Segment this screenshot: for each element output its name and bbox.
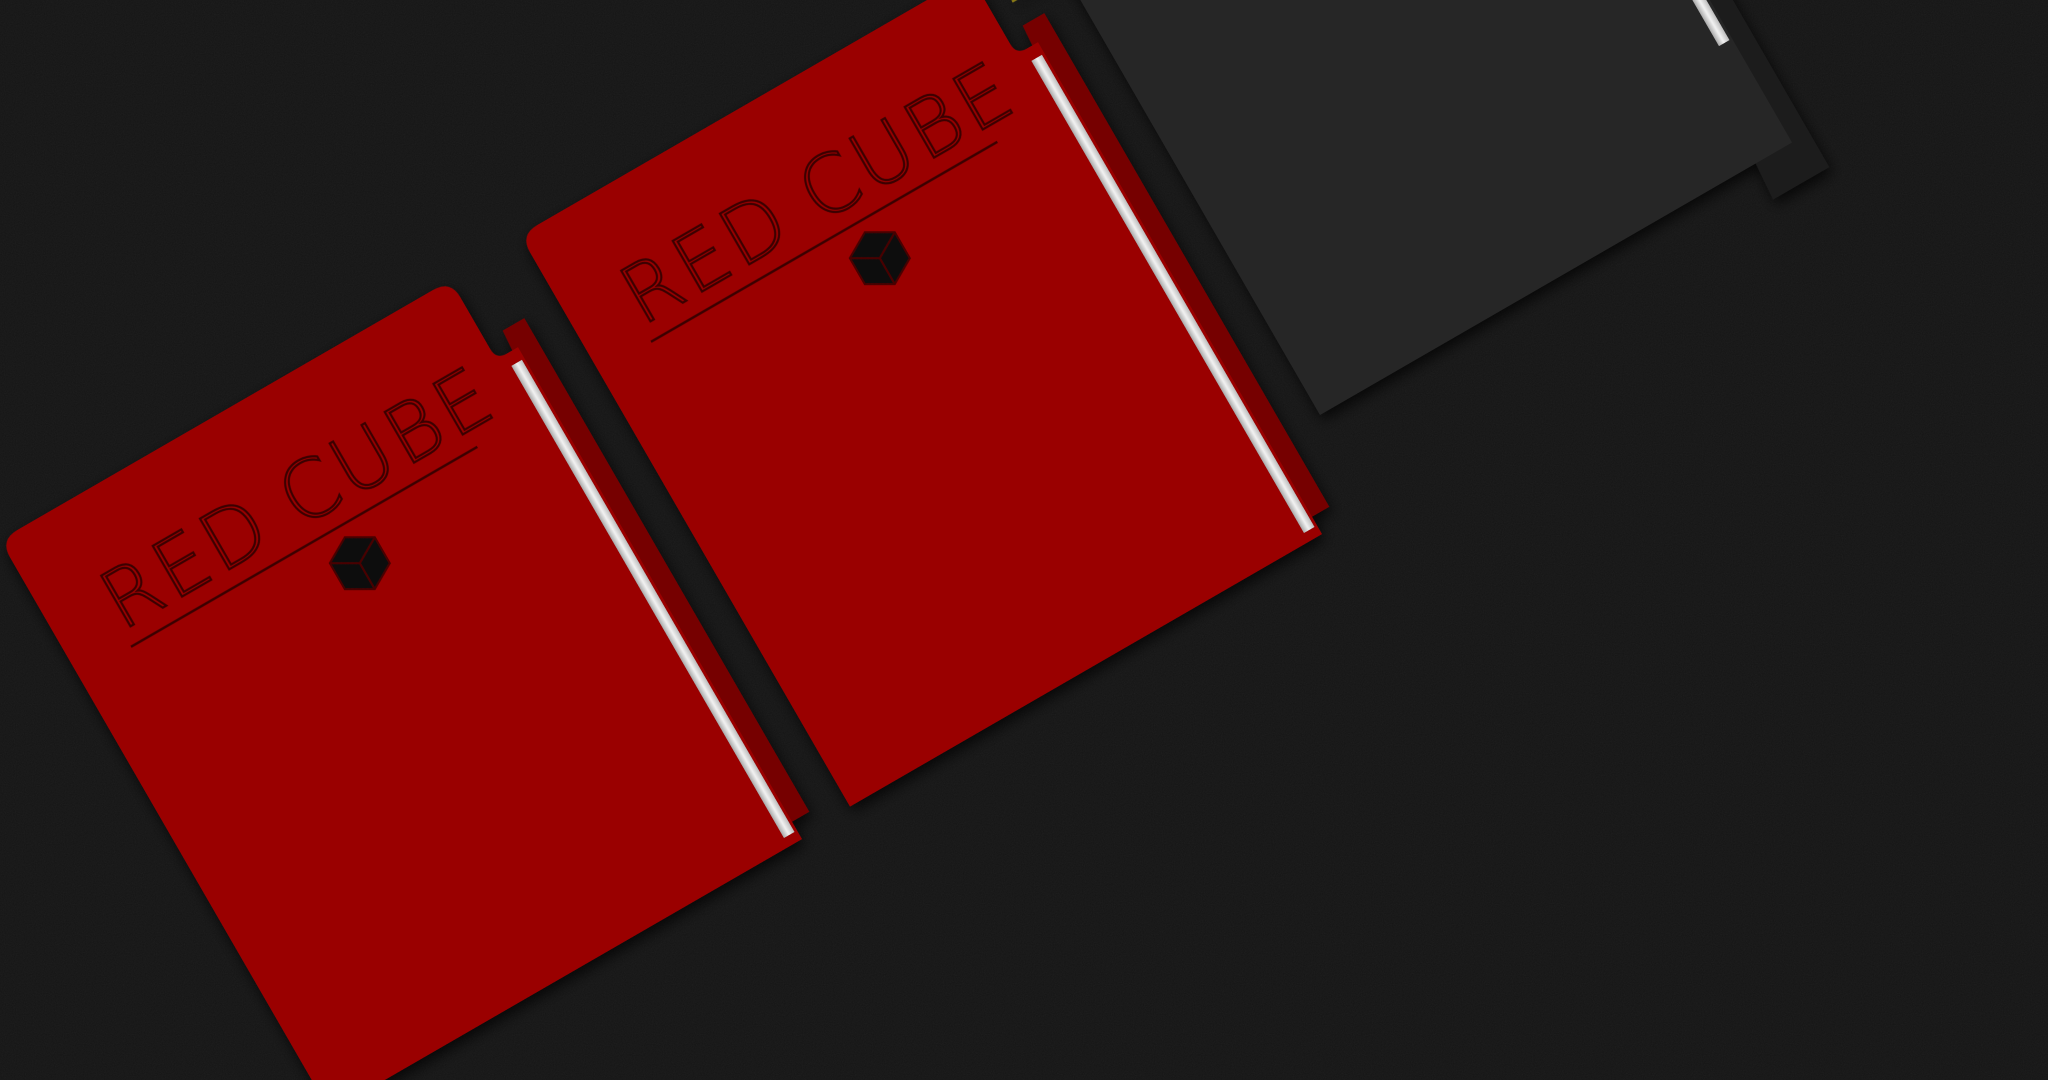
scene-svg: RED CUBE RED CUBE RE: [0, 0, 2048, 1080]
scene: RED CUBE RED CUBE RE: [0, 0, 2048, 1080]
